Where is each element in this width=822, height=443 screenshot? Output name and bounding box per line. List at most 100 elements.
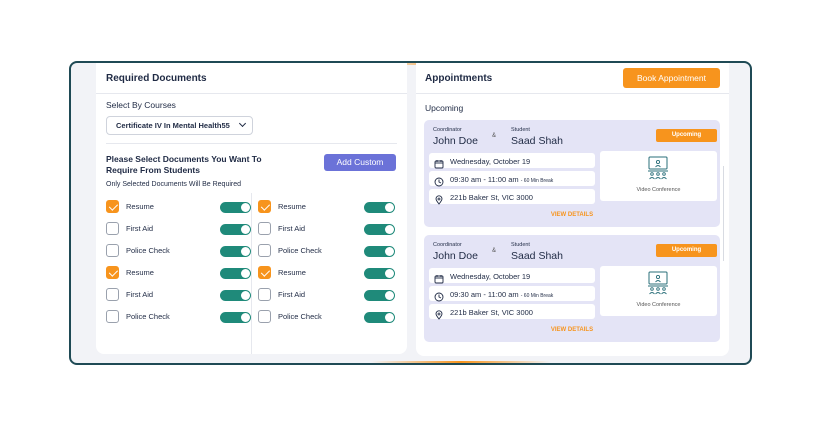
document-row: Resume [106, 266, 251, 280]
course-select-value: Certificate IV In Mental Health55 [116, 121, 230, 130]
documents-question-line: Require From Students [106, 165, 200, 175]
status-badge: Upcoming [656, 129, 717, 142]
scrollbar[interactable] [723, 166, 724, 261]
student-name: Saad Shah [511, 250, 563, 262]
appointment-time-line: 09:30 am - 11:00 am - 60 Min Break [450, 290, 553, 299]
appointment-date: Wednesday, October 19 [450, 156, 531, 166]
meeting-type-box: Video Conference [600, 266, 717, 316]
meeting-type-box: Video Conference [600, 151, 717, 201]
document-toggle[interactable] [220, 202, 251, 213]
document-row: Police Check [106, 310, 251, 324]
required-documents-panel: Required Documents Select By Courses Cer… [96, 63, 407, 354]
document-row: First Aid [106, 288, 251, 302]
date-row: Wednesday, October 19 [429, 153, 595, 168]
appointment-card: Coordinator John Doe & Student Saad Shah… [424, 120, 720, 227]
appointment-time-line: 09:30 am - 11:00 am - 60 Min Break [450, 175, 553, 184]
panel-title: Appointments [425, 73, 493, 84]
select-courses-label: Select By Courses [106, 100, 176, 110]
location-pin-icon [434, 192, 444, 205]
break-note: - 60 Min Break [520, 292, 554, 299]
document-label: First Aid [126, 224, 154, 233]
document-checkbox[interactable] [258, 244, 271, 257]
coordinator-name: John Doe [433, 135, 478, 147]
video-conference-icon [646, 156, 670, 180]
document-row: First Aid [258, 222, 395, 236]
document-toggle[interactable] [364, 290, 395, 301]
document-toggle[interactable] [220, 290, 251, 301]
status-badge: Upcoming [656, 244, 717, 257]
clock-icon [434, 174, 444, 186]
meeting-type-label: Video Conference [636, 187, 681, 193]
app-frame: Required Documents Select By Courses Cer… [69, 61, 752, 365]
document-toggle[interactable] [364, 268, 395, 279]
document-row: Resume [106, 200, 251, 214]
appointment-time: 09:30 am - 11:00 am [450, 174, 519, 184]
appointment-card: Coordinator John Doe & Student Saad Shah… [424, 235, 720, 342]
location-row: 221b Baker St, VIC 3000 [429, 304, 595, 320]
ampersand: & [492, 133, 497, 139]
video-conference-icon [646, 271, 670, 295]
divider [106, 143, 397, 144]
calendar-icon [434, 156, 444, 168]
chevron-down-icon [238, 119, 247, 128]
document-row: Resume [258, 266, 395, 280]
date-row: Wednesday, October 19 [429, 268, 595, 283]
document-checkbox[interactable] [106, 266, 119, 279]
document-checkbox[interactable] [258, 288, 271, 301]
document-label: First Aid [126, 290, 154, 299]
document-row: Police Check [258, 310, 395, 324]
time-row: 09:30 am - 11:00 am - 60 Min Break [429, 286, 595, 301]
calendar-icon [434, 271, 444, 283]
frame-accent-bottom [371, 361, 551, 363]
document-row: First Aid [106, 222, 251, 236]
document-label: Resume [278, 268, 306, 277]
document-label: Police Check [126, 246, 170, 255]
column-divider [251, 193, 252, 354]
appointment-location: 221b Baker St, VIC 3000 [450, 192, 533, 202]
document-checkbox[interactable] [258, 310, 271, 323]
document-checkbox[interactable] [106, 288, 119, 301]
document-label: Police Check [278, 246, 322, 255]
document-checkbox[interactable] [258, 266, 271, 279]
document-toggle[interactable] [364, 312, 395, 323]
documents-question: Please Select Documents You Want To Requ… [106, 154, 286, 176]
document-label: Resume [126, 202, 154, 211]
document-checkbox[interactable] [106, 310, 119, 323]
view-details-link[interactable]: VIEW DETAILS [424, 327, 720, 333]
view-details-link[interactable]: VIEW DETAILS [424, 212, 720, 218]
document-toggle[interactable] [220, 268, 251, 279]
document-toggle[interactable] [364, 224, 395, 235]
document-label: Resume [126, 268, 154, 277]
documents-question-line: Please Select Documents You Want To [106, 154, 262, 164]
document-checkbox[interactable] [106, 222, 119, 235]
document-label: First Aid [278, 290, 306, 299]
appointment-location: 221b Baker St, VIC 3000 [450, 307, 533, 317]
document-toggle[interactable] [364, 246, 395, 257]
documents-note: Only Selected Documents Will Be Required [106, 181, 242, 188]
divider [416, 93, 729, 94]
appointments-panel: Appointments Book Appointment Upcoming C… [416, 63, 729, 356]
break-note: - 60 Min Break [520, 177, 554, 184]
document-toggle[interactable] [220, 224, 251, 235]
document-toggle[interactable] [220, 312, 251, 323]
document-checkbox[interactable] [258, 222, 271, 235]
student-label: Student [511, 242, 530, 248]
document-toggle[interactable] [220, 246, 251, 257]
clock-icon [434, 289, 444, 301]
course-select[interactable]: Certificate IV In Mental Health55 [106, 116, 253, 135]
time-row: 09:30 am - 11:00 am - 60 Min Break [429, 171, 595, 186]
book-appointment-button[interactable]: Book Appointment [623, 68, 720, 88]
document-checkbox[interactable] [106, 200, 119, 213]
document-toggle[interactable] [364, 202, 395, 213]
student-name: Saad Shah [511, 135, 563, 147]
add-custom-button[interactable]: Add Custom [324, 154, 396, 171]
document-label: Police Check [278, 312, 322, 321]
divider [96, 93, 407, 94]
meeting-type-label: Video Conference [636, 302, 681, 308]
document-checkbox[interactable] [258, 200, 271, 213]
panel-title: Required Documents [106, 73, 207, 84]
document-label: Resume [278, 202, 306, 211]
document-checkbox[interactable] [106, 244, 119, 257]
student-label: Student [511, 127, 530, 133]
appointment-date: Wednesday, October 19 [450, 271, 531, 281]
